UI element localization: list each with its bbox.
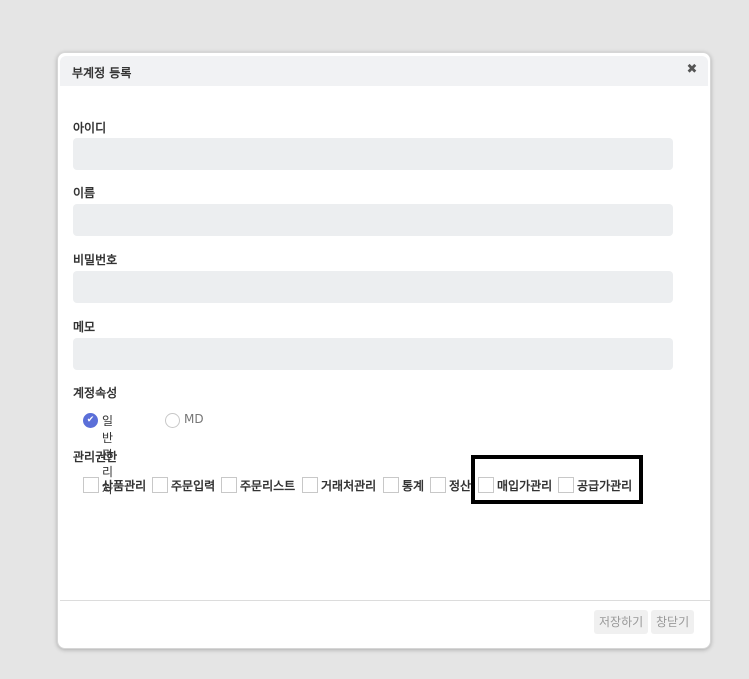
- checkbox-order-list-label[interactable]: 주문리스트: [240, 477, 295, 494]
- checkbox-order-list[interactable]: [221, 477, 237, 493]
- password-label: 비밀번호: [73, 253, 118, 267]
- modal-title: 부계정 등록: [72, 66, 132, 80]
- radio-general-admin[interactable]: ✔: [83, 413, 98, 428]
- footer-divider: [60, 600, 710, 601]
- checkbox-client-manage[interactable]: [302, 477, 318, 493]
- permissions-label: 관리권한: [73, 450, 118, 464]
- id-label: 아이디: [73, 121, 107, 135]
- checkbox-client-manage-label[interactable]: 거래처관리: [321, 477, 376, 494]
- register-subaccount-modal: 부계정 등록 ✖ 아이디 이름 비밀번호 메모 계정속성 ✔ 일반관리자 MD …: [57, 52, 711, 649]
- save-button[interactable]: 저장하기: [594, 610, 649, 634]
- checkbox-product-manage[interactable]: [83, 477, 99, 493]
- checkbox-statistics-label[interactable]: 통계: [402, 477, 424, 494]
- id-input[interactable]: [73, 138, 673, 170]
- checkbox-statistics[interactable]: [383, 477, 399, 493]
- checkbox-settlement[interactable]: [430, 477, 446, 493]
- checkbox-supply-price-label[interactable]: 공급가관리: [577, 477, 632, 494]
- radio-md[interactable]: [165, 413, 180, 428]
- checkbox-purchase-price-label[interactable]: 매입가관리: [497, 477, 552, 494]
- close-icon[interactable]: ✖: [684, 61, 700, 79]
- permissions-checkbox-group: 상품관리 주문입력 주문리스트 거래처관리 통계 정산 매입가관리 공급가관리: [83, 476, 663, 496]
- checkbox-purchase-price[interactable]: [478, 477, 494, 493]
- checkbox-settlement-label[interactable]: 정산: [449, 477, 471, 494]
- checkbox-product-manage-label[interactable]: 상품관리: [102, 477, 146, 494]
- modal-header: 부계정 등록 ✖: [60, 56, 708, 86]
- name-label: 이름: [73, 186, 96, 200]
- memo-input[interactable]: [73, 338, 673, 370]
- checkbox-order-input-label[interactable]: 주문입력: [171, 477, 215, 494]
- checkbox-supply-price[interactable]: [558, 477, 574, 493]
- memo-label: 메모: [73, 320, 96, 334]
- checkbox-order-input[interactable]: [152, 477, 168, 493]
- radio-md-label[interactable]: MD: [184, 412, 204, 426]
- name-input[interactable]: [73, 204, 673, 236]
- close-button[interactable]: 창닫기: [651, 610, 695, 634]
- check-icon: ✔: [86, 415, 95, 425]
- password-input[interactable]: [73, 271, 673, 303]
- account-type-label: 계정속성: [73, 386, 118, 400]
